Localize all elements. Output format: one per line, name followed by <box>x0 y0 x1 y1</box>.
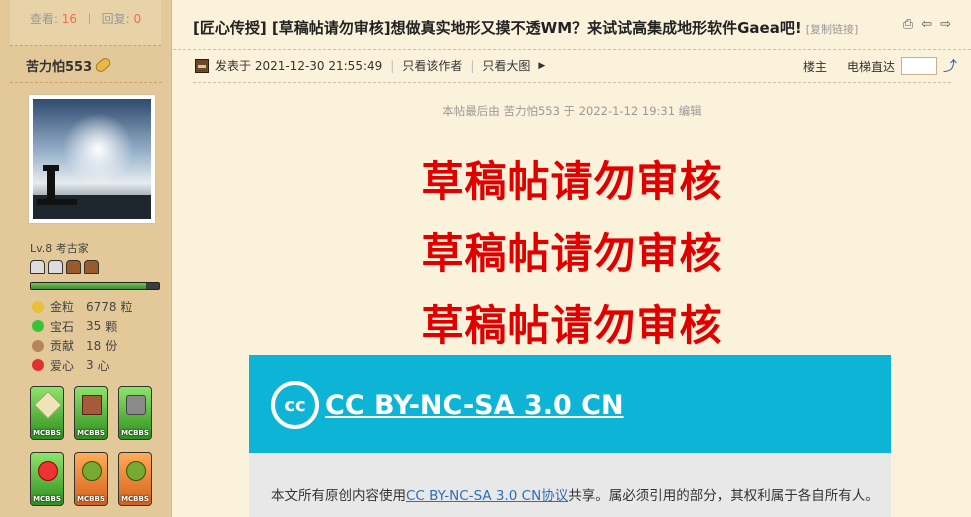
print-icon[interactable]: ⎙ <box>903 17 913 32</box>
rank-helmets <box>30 260 99 274</box>
medal-vines-icon[interactable]: MCBBS <box>118 452 152 506</box>
views-count: 16 <box>61 12 77 26</box>
edited-note: 本帖最后由 苦力怕553 于 2022-1-12 19:31 编辑 <box>442 104 702 118</box>
play-triangle-icon[interactable]: ▶ <box>538 61 545 71</box>
posted-time: 发表于 2021-12-30 21:55:49 <box>215 59 383 73</box>
pickaxe-badge-icon <box>93 56 113 74</box>
stat-gems: 宝石 35 颗 <box>32 317 133 337</box>
cookie-icon <box>32 339 44 352</box>
medal-map-icon[interactable]: MCBBS <box>30 386 64 440</box>
exp-bar <box>30 282 160 290</box>
only-images-link[interactable]: 只看大图 <box>482 57 530 74</box>
creative-commons-icon: cc <box>271 381 319 429</box>
next-thread-icon[interactable]: ⇨ <box>940 17 951 32</box>
medal-forbidden-icon[interactable]: MCBBS <box>30 452 64 506</box>
leather-helmet-icon <box>66 260 81 274</box>
title-tools: ⎙ ⇦ ⇨ <box>903 17 951 32</box>
elevator-go-icon[interactable]: ⤴ <box>943 56 957 76</box>
copy-link[interactable]: [复制链接] <box>806 23 859 36</box>
medal-seeds-icon[interactable]: MCBBS <box>74 452 108 506</box>
thread-title: [匠心传授] [草稿帖请勿审核]想做真实地形又摸不透WM？来试试高集成地形软件G… <box>193 19 859 37</box>
leather-helmet-icon <box>84 260 99 274</box>
floor-label: 楼主 <box>802 59 827 74</box>
apple-icon <box>32 359 44 372</box>
floor-input[interactable] <box>901 57 937 75</box>
license-text: 本文所有原创内容使用CC BY-NC-SA 3.0 CN协议共享。属必须引用的部… <box>271 488 879 504</box>
license-text-link[interactable]: CC BY-NC-SA 3.0 CN协议 <box>406 488 568 504</box>
stat-contribution: 贡献 18 份 <box>32 336 133 356</box>
replies-count: 0 <box>133 12 142 26</box>
author-name[interactable]: 苦力怕553 <box>26 56 113 75</box>
draft-warning-line-2: 草稿帖请勿审核 <box>421 229 723 278</box>
emerald-icon <box>32 320 44 333</box>
gold-nugget-icon <box>32 300 44 313</box>
post-area: [匠心传授] [草稿帖请勿审核]想做真实地形又摸不透WM？来试试高集成地形软件G… <box>173 0 971 517</box>
exp-bar-fill <box>31 283 147 289</box>
draft-warning-line-1: 草稿帖请勿审核 <box>421 157 723 206</box>
elevator-label: 电梯直达 <box>846 59 895 74</box>
iron-helmet-icon <box>30 260 45 274</box>
floor-controls: 楼主 电梯直达 ⤴ <box>803 56 957 76</box>
title-bar: [匠心传授] [草稿帖请勿审核]想做真实地形又摸不透WM？来试试高集成地形软件G… <box>173 0 971 50</box>
post-meta: 发表于 2021-12-30 21:55:49 | 只看该作者 | 只看大图 ▶ <box>195 57 545 74</box>
replies-label: 回复: <box>101 12 130 26</box>
license-body: 本文所有原创内容使用CC BY-NC-SA 3.0 CN协议共享。属必须引用的部… <box>249 453 891 517</box>
license-link[interactable]: CC BY-NC-SA 3.0 CN <box>325 390 624 421</box>
license-banner: cc CC BY-NC-SA 3.0 CN <box>249 355 891 453</box>
avatar[interactable] <box>28 94 156 224</box>
thread-stats: 查看: 16 回复: 0 <box>10 0 161 46</box>
author-sidebar: 查看: 16 回复: 0 苦力怕553 Lv.8 考古家 金粒 6778 粒 宝… <box>0 0 172 517</box>
medal-dispenser-icon[interactable]: MCBBS <box>118 386 152 440</box>
only-author-link[interactable]: 只看该作者 <box>402 57 462 74</box>
medal-book-icon[interactable]: MCBBS <box>74 386 108 440</box>
stat-gold: 金粒 6778 粒 <box>32 297 133 317</box>
medal-grid: MCBBS MCBBS MCBBS MCBBS MCBBS MCBBS <box>30 386 152 506</box>
views-label: 查看: <box>29 12 58 26</box>
author-mini-avatar-icon <box>195 58 209 73</box>
user-level: Lv.8 考古家 <box>30 242 89 255</box>
prev-thread-icon[interactable]: ⇦ <box>921 17 932 32</box>
iron-helmet-icon <box>48 260 63 274</box>
stat-love: 爱心 3 心 <box>32 356 133 376</box>
draft-warning-line-3: 草稿帖请勿审核 <box>421 301 723 350</box>
user-stats: 金粒 6778 粒 宝石 35 颗 贡献 18 份 爱心 3 心 <box>32 297 133 375</box>
